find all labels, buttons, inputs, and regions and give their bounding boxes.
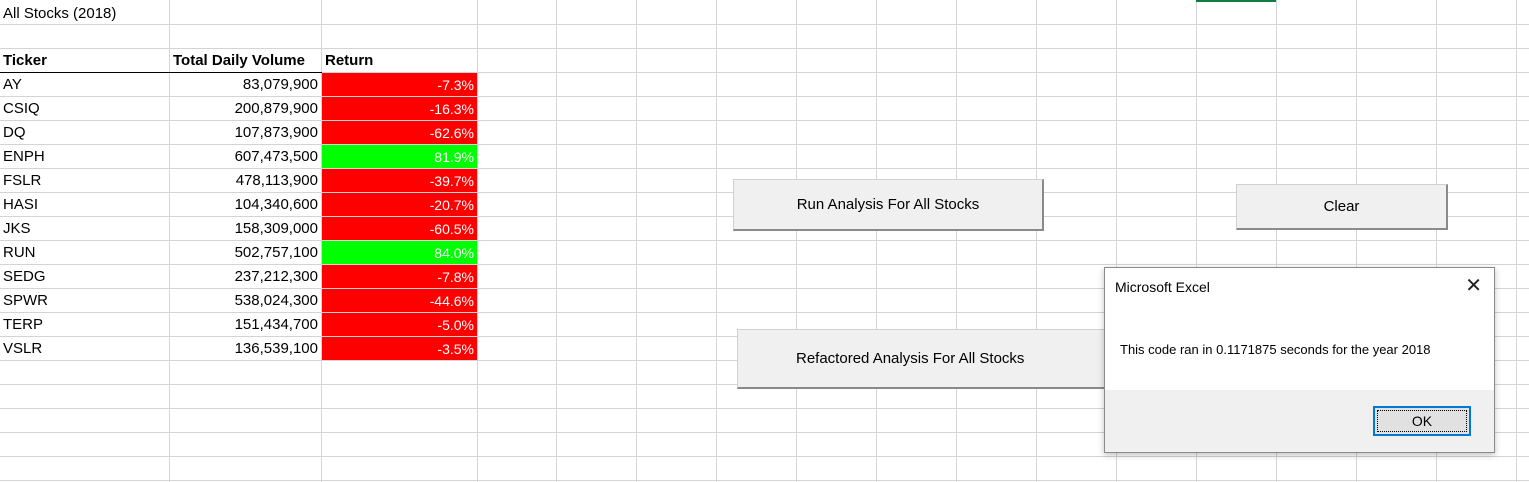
header-ticker[interactable]: Ticker <box>3 49 47 73</box>
volume-cell[interactable]: 502,757,100 <box>170 241 318 265</box>
return-cell[interactable]: 84.0% <box>322 241 477 264</box>
volume-cell[interactable]: 107,873,900 <box>170 121 318 145</box>
grid-row-line <box>0 24 1529 25</box>
header-return[interactable]: Return <box>325 49 373 73</box>
volume-cell[interactable]: 136,539,100 <box>170 337 318 361</box>
dialog-footer: OK <box>1105 390 1494 452</box>
grid-column-line <box>956 0 957 482</box>
grid-column-line <box>477 0 478 482</box>
ticker-cell[interactable]: SPWR <box>3 289 48 313</box>
return-cell[interactable]: -60.5% <box>322 217 477 240</box>
volume-cell[interactable]: 83,079,900 <box>170 73 318 97</box>
return-cell[interactable]: -20.7% <box>322 193 477 216</box>
grid-row-line <box>0 480 1529 481</box>
run-analysis-button[interactable]: Run Analysis For All Stocks <box>733 179 1044 231</box>
ticker-cell[interactable]: DQ <box>3 121 26 145</box>
ok-button[interactable]: OK <box>1373 406 1471 436</box>
volume-cell[interactable]: 151,434,700 <box>170 313 318 337</box>
ticker-cell[interactable]: JKS <box>3 217 31 241</box>
return-cell[interactable]: 81.9% <box>322 145 477 168</box>
grid-column-line <box>636 0 637 482</box>
header-volume[interactable]: Total Daily Volume <box>173 49 305 73</box>
grid-column-line <box>716 0 717 482</box>
volume-cell[interactable]: 478,113,900 <box>170 169 318 193</box>
ticker-cell[interactable]: TERP <box>3 313 43 337</box>
volume-cell[interactable]: 538,024,300 <box>170 289 318 313</box>
grid-column-line <box>876 0 877 482</box>
close-icon[interactable]: ✕ <box>1465 276 1482 296</box>
return-cell[interactable]: -39.7% <box>322 169 477 192</box>
return-cell[interactable]: -7.8% <box>322 265 477 288</box>
dialog-title: Microsoft Excel <box>1115 279 1210 295</box>
ticker-cell[interactable]: AY <box>3 73 22 97</box>
ticker-cell[interactable]: VSLR <box>3 337 42 361</box>
volume-cell[interactable]: 607,473,500 <box>170 145 318 169</box>
refactored-analysis-button[interactable]: Refactored Analysis For All Stocks <box>737 329 1107 389</box>
volume-cell[interactable]: 158,309,000 <box>170 217 318 241</box>
return-cell[interactable]: -7.3% <box>322 73 477 96</box>
dialog-message: This code ran in 0.1171875 seconds for t… <box>1120 342 1431 357</box>
ticker-cell[interactable]: CSIQ <box>3 97 40 121</box>
volume-cell[interactable]: 104,340,600 <box>170 193 318 217</box>
return-cell[interactable]: -16.3% <box>322 97 477 120</box>
sheet-title[interactable]: All Stocks (2018) <box>3 2 116 26</box>
return-cell[interactable]: -62.6% <box>322 121 477 144</box>
return-cell[interactable]: -44.6% <box>322 289 477 312</box>
grid-column-line <box>1036 0 1037 482</box>
ticker-cell[interactable]: ENPH <box>3 145 45 169</box>
grid-column-line <box>796 0 797 482</box>
volume-cell[interactable]: 200,879,900 <box>170 97 318 121</box>
grid-column-line <box>556 0 557 482</box>
ticker-cell[interactable]: RUN <box>3 241 36 265</box>
ticker-cell[interactable]: FSLR <box>3 169 41 193</box>
clear-button[interactable]: Clear <box>1236 184 1448 230</box>
volume-cell[interactable]: 237,212,300 <box>170 265 318 289</box>
message-dialog: Microsoft Excel ✕ This code ran in 0.117… <box>1104 267 1495 453</box>
return-cell[interactable]: -3.5% <box>322 337 477 360</box>
active-column-indicator <box>1196 0 1276 2</box>
return-cell[interactable]: -5.0% <box>322 313 477 336</box>
grid-row-line <box>0 456 1529 457</box>
ticker-cell[interactable]: HASI <box>3 193 38 217</box>
ticker-cell[interactable]: SEDG <box>3 265 46 289</box>
grid-column-line <box>1516 0 1517 482</box>
